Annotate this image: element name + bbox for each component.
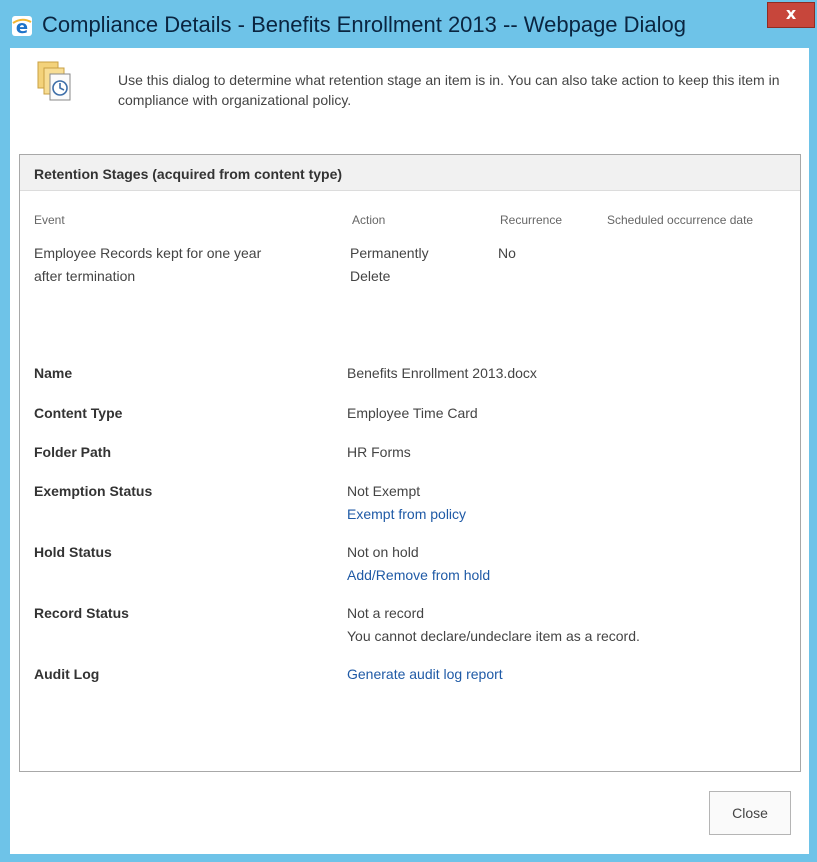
retention-action-line2: Delete <box>350 268 391 284</box>
retention-recurrence-cell: No <box>498 245 516 261</box>
name-label: Name <box>34 365 73 381</box>
col-scheduled-date: Scheduled occurrence date <box>607 213 754 227</box>
hold-status-label: Hold Status <box>34 544 112 560</box>
retention-event-line1: Employee Records kept for one year <box>34 245 262 261</box>
exemption-status-label: Exemption Status <box>34 483 153 499</box>
exemption-status-text: Not Exempt <box>347 483 421 499</box>
name-value: Benefits Enrollment 2013.docx <box>347 365 537 381</box>
col-event: Event <box>34 213 65 227</box>
documents-clock-icon <box>37 61 71 101</box>
col-action: Action <box>352 213 386 227</box>
col-recurrence: Recurrence <box>500 213 563 227</box>
record-status-text: Not a record <box>347 605 425 621</box>
retention-action-cell: Permanently Delete <box>350 242 480 288</box>
window-close-button[interactable]: x <box>767 2 815 28</box>
window-title: Compliance Details - Benefits Enrollment… <box>42 12 687 37</box>
add-remove-hold-link[interactable]: Add/Remove from hold <box>347 564 490 587</box>
content-type-value: Employee Time Card <box>347 405 478 421</box>
close-button[interactable]: Close <box>709 791 791 835</box>
retention-event-line2: after termination <box>34 268 136 284</box>
title-bar: e Compliance Details - Benefits Enrollme… <box>0 0 817 48</box>
folder-path-label: Folder Path <box>34 444 112 460</box>
record-status-value: Not a record You cannot declare/undeclar… <box>347 602 640 648</box>
internet-explorer-icon: e <box>12 16 32 38</box>
hold-status-value: Not on hold Add/Remove from hold <box>347 541 490 587</box>
record-status-label: Record Status <box>34 605 129 621</box>
dialog-body: Use this dialog to determine what retent… <box>10 48 809 854</box>
close-icon: x <box>785 4 797 23</box>
retention-action-line1: Permanently <box>350 245 429 261</box>
content-type-label: Content Type <box>34 405 123 421</box>
compliance-panel: Retention Stages (acquired from content … <box>19 154 801 772</box>
generate-audit-log-link[interactable]: Generate audit log report <box>347 663 503 686</box>
exempt-from-policy-link[interactable]: Exempt from policy <box>347 503 466 526</box>
audit-log-value: Generate audit log report <box>347 663 503 686</box>
retention-title: Retention Stages (acquired from content … <box>34 166 343 182</box>
retention-event-cell: Employee Records kept for one year after… <box>34 242 334 288</box>
intro-description: Use this dialog to determine what retent… <box>118 72 780 108</box>
hold-status-text: Not on hold <box>347 544 419 560</box>
record-status-note: You cannot declare/undeclare item as a r… <box>347 628 640 644</box>
audit-log-label: Audit Log <box>34 666 100 682</box>
retention-header: Retention Stages (acquired from content … <box>20 155 800 191</box>
exemption-status-value: Not Exempt Exempt from policy <box>347 480 466 526</box>
folder-path-value: HR Forms <box>347 444 411 460</box>
